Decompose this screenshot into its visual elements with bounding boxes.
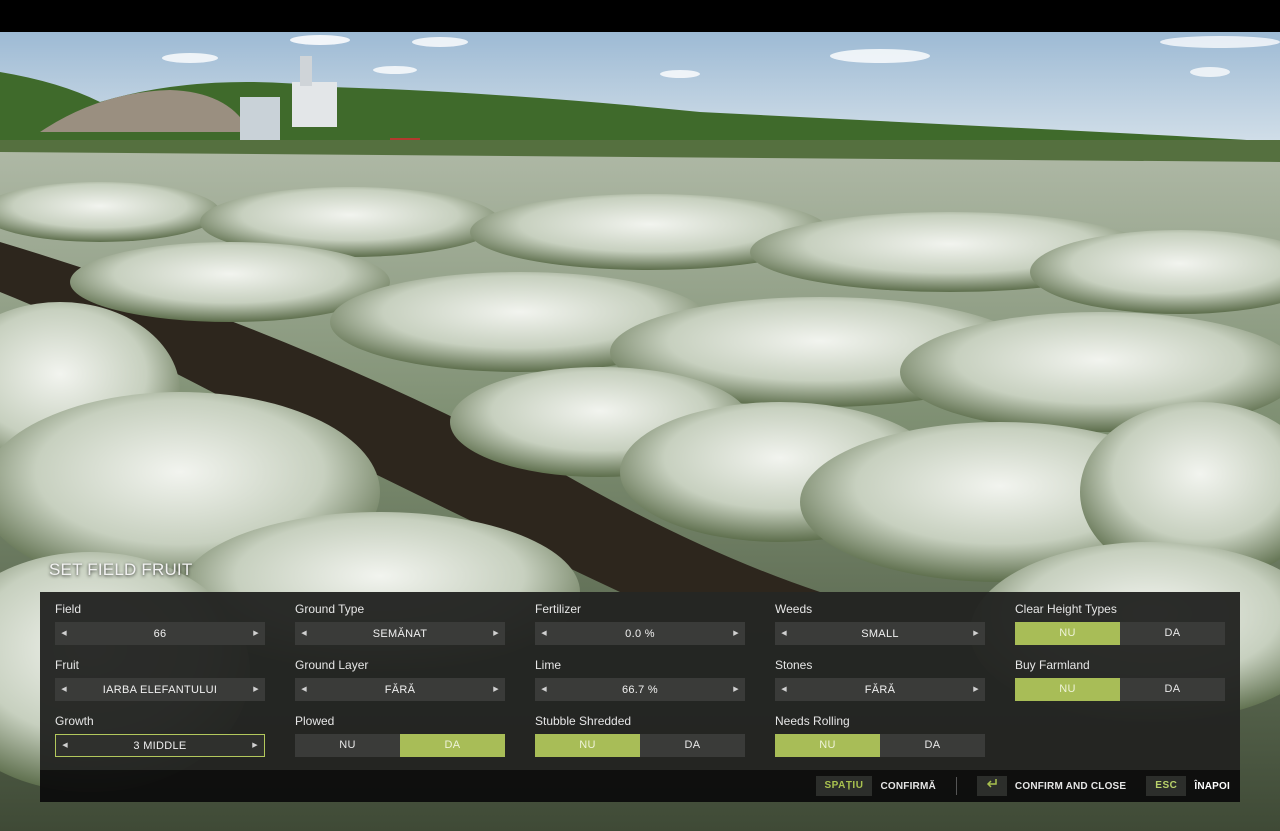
growth-value: 3 MIDDLE — [133, 739, 187, 752]
footer-hint-bar: SPAȚIU CONFIRMĂ CONFIRM AND CLOSE ESC ÎN… — [40, 770, 1240, 802]
needs-rolling-label: Needs Rolling — [775, 714, 850, 728]
chevron-right-icon[interactable]: ▶ — [967, 622, 985, 645]
fertilizer-setting: Fertilizer ◀ 0.0 % ▶ — [535, 601, 745, 645]
ground-layer-value: FĂRĂ — [384, 683, 416, 696]
growth-stepper[interactable]: ◀ 3 MIDDLE ▶ — [55, 734, 265, 757]
hint-divider — [955, 777, 957, 795]
esc-key-badge: ESC — [1146, 776, 1187, 796]
chevron-right-icon[interactable]: ▶ — [247, 622, 265, 645]
chevron-left-icon[interactable]: ◀ — [55, 622, 73, 645]
lime-value: 66.7 % — [621, 683, 659, 696]
ground-type-label: Ground Type — [295, 602, 365, 616]
weeds-stepper[interactable]: ◀ SMALL ▶ — [775, 622, 985, 645]
stones-setting: Stones ◀ FĂRĂ ▶ — [775, 657, 985, 701]
plowed-yes-option[interactable]: DA — [400, 734, 505, 757]
fruit-value: IARBA ELEFANTULUI — [102, 683, 218, 696]
chevron-right-icon[interactable]: ▶ — [727, 678, 745, 701]
buy-farmland-setting: Buy Farmland NU DA — [1015, 657, 1225, 701]
chevron-left-icon[interactable]: ◀ — [56, 734, 74, 757]
needs-rolling-setting: Needs Rolling NU DA — [775, 713, 985, 757]
chevron-right-icon[interactable]: ▶ — [967, 678, 985, 701]
buy-farmland-no-option[interactable]: NU — [1015, 678, 1120, 701]
fertilizer-value: 0.0 % — [625, 627, 655, 640]
chevron-right-icon[interactable]: ▶ — [247, 678, 265, 701]
buy-farmland-yes-option[interactable]: DA — [1120, 678, 1225, 701]
growth-setting: Growth ◀ 3 MIDDLE ▶ — [55, 713, 265, 757]
chevron-left-icon[interactable]: ◀ — [775, 678, 793, 701]
set-field-fruit-panel: Field ◀ 66 ▶ Fruit ◀ IARBA ELEFANTULUI ▶… — [40, 592, 1240, 770]
confirm-hint-label: CONFIRMĂ — [880, 780, 936, 792]
back-hint[interactable]: ESC ÎNAPOI — [1146, 776, 1230, 796]
field-setting: Field ◀ 66 ▶ — [55, 601, 265, 645]
top-letterbox — [0, 0, 1280, 32]
input-hints: SPAȚIU CONFIRMĂ CONFIRM AND CLOSE ESC ÎN… — [815, 776, 1231, 796]
growth-label: Growth — [55, 714, 94, 728]
enter-icon — [986, 779, 997, 788]
fruit-label: Fruit — [55, 658, 79, 672]
stubble-shredded-no-option[interactable]: NU — [535, 734, 640, 757]
clear-height-types-setting: Clear Height Types NU DA — [1015, 601, 1225, 645]
ground-layer-label: Ground Layer — [295, 658, 369, 672]
chevron-left-icon[interactable]: ◀ — [295, 622, 313, 645]
fruit-stepper[interactable]: ◀ IARBA ELEFANTULUI ▶ — [55, 678, 265, 701]
clear-height-types-yes-option[interactable]: DA — [1120, 622, 1225, 645]
field-label: Field — [55, 602, 82, 616]
lime-label: Lime — [535, 658, 562, 672]
ground-type-stepper[interactable]: ◀ SEMĂNAT ▶ — [295, 622, 505, 645]
buy-farmland-label: Buy Farmland — [1015, 658, 1090, 672]
needs-rolling-toggle[interactable]: NU DA — [775, 734, 985, 757]
chevron-right-icon[interactable]: ▶ — [246, 734, 264, 757]
confirm-hint[interactable]: SPAȚIU CONFIRMĂ — [815, 776, 948, 796]
needs-rolling-no-option[interactable]: NU — [775, 734, 880, 757]
stones-label: Stones — [775, 658, 813, 672]
clear-height-types-label: Clear Height Types — [1015, 602, 1117, 616]
stubble-shredded-toggle[interactable]: NU DA — [535, 734, 745, 757]
chevron-left-icon[interactable]: ◀ — [775, 622, 793, 645]
weeds-value: SMALL — [861, 627, 899, 640]
clear-height-types-no-option[interactable]: NU — [1015, 622, 1120, 645]
stubble-shredded-setting: Stubble Shredded NU DA — [535, 713, 745, 757]
stones-value: FĂRĂ — [864, 683, 896, 696]
lime-stepper[interactable]: ◀ 66.7 % ▶ — [535, 678, 745, 701]
lime-setting: Lime ◀ 66.7 % ▶ — [535, 657, 745, 701]
needs-rolling-yes-option[interactable]: DA — [880, 734, 985, 757]
ground-type-value: SEMĂNAT — [372, 627, 428, 640]
dialog-title: SET FIELD FRUIT — [49, 560, 193, 579]
back-hint-label: ÎNAPOI — [1194, 780, 1230, 792]
weeds-setting: Weeds ◀ SMALL ▶ — [775, 601, 985, 645]
ground-layer-stepper[interactable]: ◀ FĂRĂ ▶ — [295, 678, 505, 701]
field-value: 66 — [153, 627, 167, 640]
plowed-toggle[interactable]: NU DA — [295, 734, 505, 757]
plowed-label: Plowed — [295, 714, 335, 728]
field-stepper[interactable]: ◀ 66 ▶ — [55, 622, 265, 645]
plowed-no-option[interactable]: NU — [295, 734, 400, 757]
clear-height-types-toggle[interactable]: NU DA — [1015, 622, 1225, 645]
ground-layer-setting: Ground Layer ◀ FĂRĂ ▶ — [295, 657, 505, 701]
ground-type-setting: Ground Type ◀ SEMĂNAT ▶ — [295, 601, 505, 645]
plowed-setting: Plowed NU DA — [295, 713, 505, 757]
fertilizer-stepper[interactable]: ◀ 0.0 % ▶ — [535, 622, 745, 645]
stones-stepper[interactable]: ◀ FĂRĂ ▶ — [775, 678, 985, 701]
chevron-right-icon[interactable]: ▶ — [727, 622, 745, 645]
weeds-label: Weeds — [775, 602, 813, 616]
chevron-left-icon[interactable]: ◀ — [535, 678, 553, 701]
chevron-left-icon[interactable]: ◀ — [55, 678, 73, 701]
space-key-badge: SPAȚIU — [815, 776, 873, 796]
confirm-and-close-hint-label: CONFIRM AND CLOSE — [1014, 780, 1127, 792]
chevron-left-icon[interactable]: ◀ — [295, 678, 313, 701]
fertilizer-label: Fertilizer — [535, 602, 582, 616]
stubble-shredded-label: Stubble Shredded — [535, 714, 632, 728]
fruit-setting: Fruit ◀ IARBA ELEFANTULUI ▶ — [55, 657, 265, 701]
chevron-right-icon[interactable]: ▶ — [487, 678, 505, 701]
buy-farmland-toggle[interactable]: NU DA — [1015, 678, 1225, 701]
chevron-left-icon[interactable]: ◀ — [535, 622, 553, 645]
chevron-right-icon[interactable]: ▶ — [487, 622, 505, 645]
stubble-shredded-yes-option[interactable]: DA — [640, 734, 745, 757]
confirm-and-close-hint[interactable]: CONFIRM AND CLOSE — [976, 776, 1138, 796]
enter-key-badge — [976, 776, 1007, 796]
